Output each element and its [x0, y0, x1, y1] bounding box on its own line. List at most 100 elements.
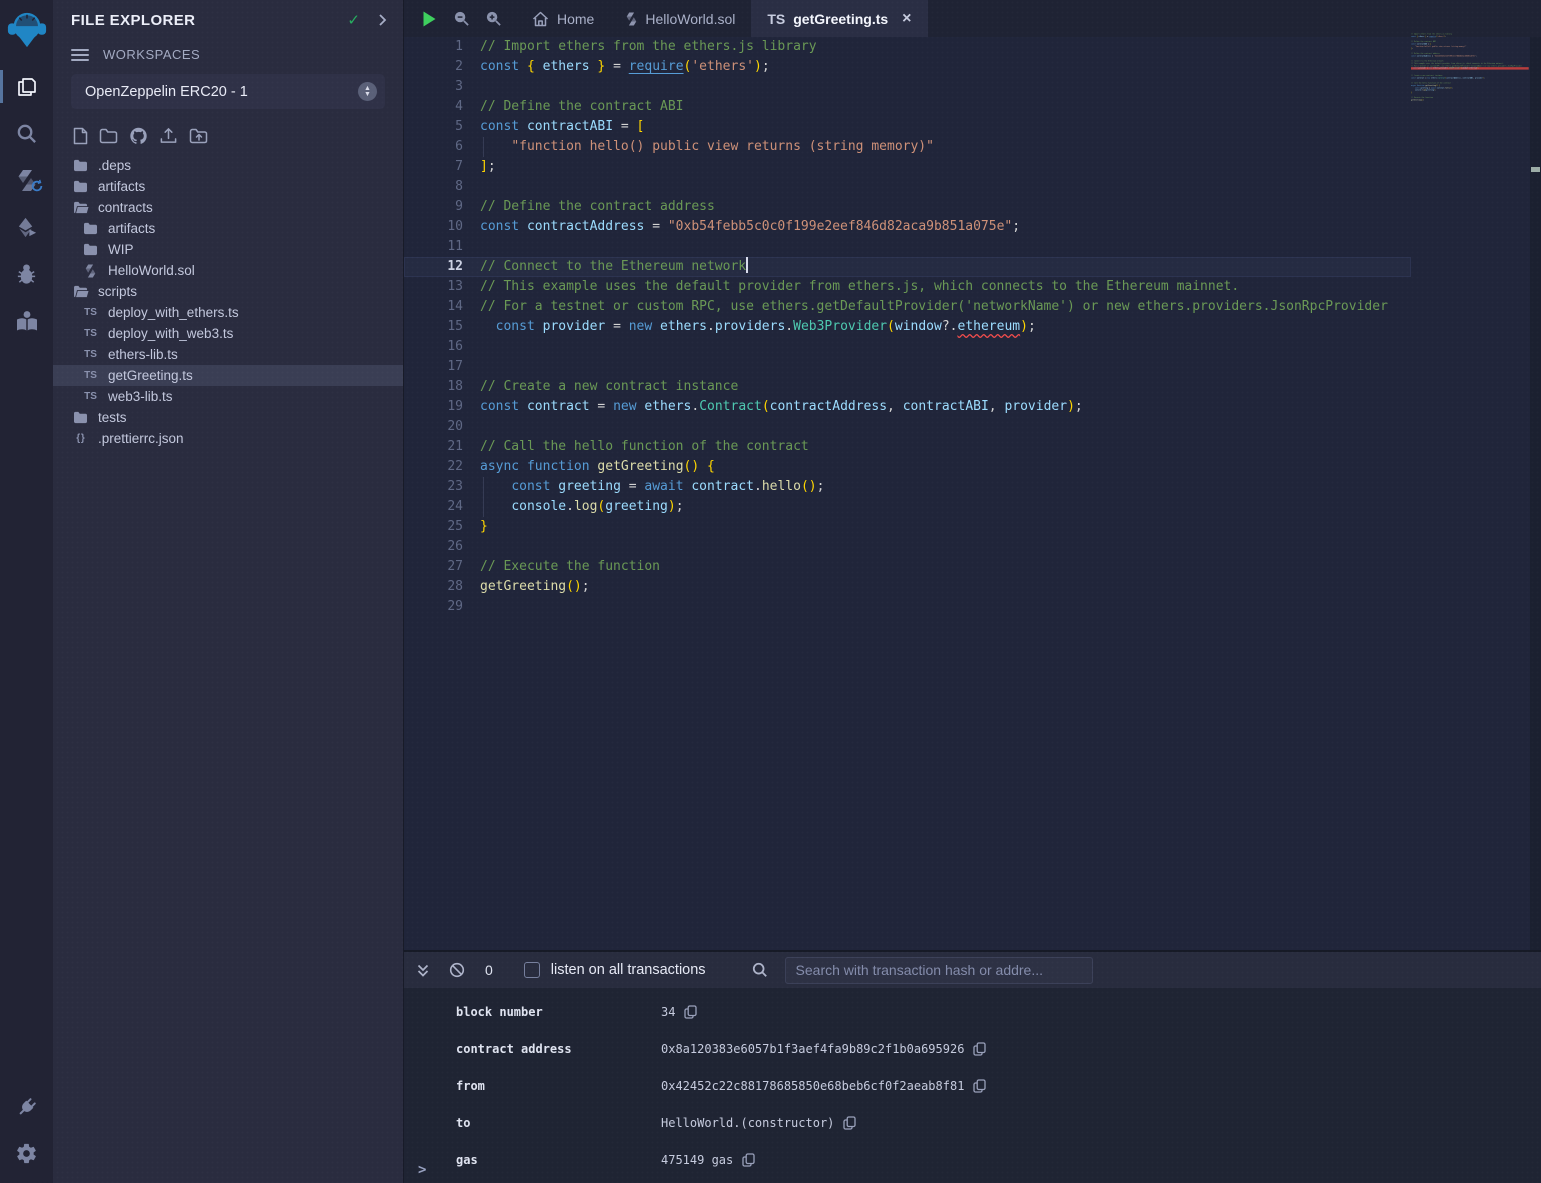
solidity-compiler-icon[interactable] [0, 157, 53, 204]
line-content: // For a testnet or custom RPC, use ethe… [480, 297, 1411, 317]
copy-icon[interactable] [973, 1042, 986, 1056]
tree-item-scripts[interactable]: scripts [53, 281, 403, 302]
copy-icon[interactable] [843, 1116, 856, 1130]
tree-item-wip[interactable]: WIP [53, 239, 403, 260]
code-line-14: 14// For a testnet or custom RPC, use et… [404, 297, 1411, 317]
listen-transactions-checkbox[interactable] [524, 962, 540, 978]
tree-item-deploy-with-ethers-ts[interactable]: TSdeploy_with_ethers.ts [53, 302, 403, 323]
workspace-select[interactable]: OpenZeppelin ERC20 - 1 ▲▼ [71, 74, 385, 109]
upload-folder-icon[interactable] [189, 128, 209, 144]
search-icon[interactable] [0, 110, 53, 157]
line-number: 15 [404, 317, 480, 337]
terminal-prompt[interactable]: > [418, 1162, 426, 1178]
plugin-manager-plug-icon[interactable] [0, 1083, 53, 1130]
run-script-button[interactable] [421, 10, 438, 28]
workspaces-menu-icon[interactable] [71, 49, 89, 61]
listen-transactions-label: listen on all transactions [551, 962, 706, 978]
line-content [480, 537, 1411, 557]
tree-item-deploy-with-web3-ts[interactable]: TSdeploy_with_web3.ts [53, 323, 403, 344]
file-explorer-icon[interactable] [0, 63, 53, 110]
code-editor[interactable]: 1// Import ethers from the ethers.js lib… [404, 37, 1411, 950]
line-content: // Define the contract address [480, 197, 1411, 217]
deploy-run-icon[interactable] [0, 204, 53, 251]
tree-item-label: scripts [98, 284, 137, 299]
book-reader-icon[interactable] [0, 298, 53, 345]
chevron-right-icon[interactable] [378, 13, 387, 27]
code-line-28: 28getGreeting(); [404, 577, 1411, 597]
folder-open-icon [72, 201, 89, 214]
line-number: 4 [404, 97, 480, 117]
line-number: 27 [404, 557, 480, 577]
tab-helloworld-sol[interactable]: HelloWorld.sol [610, 0, 751, 37]
code-line-23: 23 const greeting = await contract.hello… [404, 477, 1411, 497]
accept-check-icon[interactable]: ✓ [347, 11, 360, 29]
code-line-21: 21// Call the hello function of the cont… [404, 437, 1411, 457]
line-content: "function hello() public view returns (s… [480, 137, 1411, 157]
tree-item-label: artifacts [108, 221, 155, 236]
settings-gear-icon[interactable] [0, 1130, 53, 1177]
tab-close-icon[interactable]: × [902, 11, 911, 27]
tree-item-tests[interactable]: tests [53, 407, 403, 428]
remix-logo[interactable] [0, 6, 53, 53]
terminal-row-contract-address: contract address0x8a120383e6057b1f3aef4f… [404, 1030, 1541, 1067]
copy-icon[interactable] [684, 1005, 697, 1019]
tree-item-contracts[interactable]: contracts [53, 197, 403, 218]
line-number: 18 [404, 377, 480, 397]
create-folder-icon[interactable] [99, 128, 118, 144]
tree-item-ethers-lib-ts[interactable]: TSethers-lib.ts [53, 344, 403, 365]
copy-icon[interactable] [742, 1153, 755, 1167]
code-line-1: 1// Import ethers from the ethers.js lib… [404, 37, 1411, 57]
editor-scrollbar[interactable] [1530, 37, 1541, 950]
line-content: // Create a new contract instance [480, 377, 1411, 397]
tree-item-label: artifacts [98, 179, 145, 194]
terminal-row-to: toHelloWorld.(constructor) [404, 1104, 1541, 1141]
tree-item-helloworld-sol[interactable]: HelloWorld.sol [53, 260, 403, 281]
line-content: getGreeting(); [480, 577, 1411, 597]
tree-item-artifacts[interactable]: artifacts [53, 176, 403, 197]
upload-file-icon[interactable] [159, 127, 178, 145]
tree-item-label: WIP [108, 242, 134, 257]
tab-home[interactable]: Home [516, 0, 610, 37]
editor-area: Home HelloWorld.solTSgetGreeting.ts× 1// … [404, 0, 1541, 950]
line-content: const greeting = await contract.hello(); [480, 477, 1411, 497]
clear-console-icon[interactable] [449, 962, 465, 978]
code-line-16: 16 [404, 337, 1411, 357]
line-number: 7 [404, 157, 480, 177]
tree-item-getgreeting-ts[interactable]: TSgetGreeting.ts [53, 365, 403, 386]
terminal-collapse-icon[interactable] [416, 963, 430, 978]
zoom-in-icon[interactable] [485, 10, 502, 27]
tree-item--prettierrc-json[interactable]: { }.prettierrc.json [53, 428, 403, 449]
line-number: 20 [404, 417, 480, 437]
tab-bar: Home HelloWorld.solTSgetGreeting.ts× [404, 0, 1541, 37]
line-number: 29 [404, 597, 480, 617]
tree-item-label: ethers-lib.ts [108, 347, 178, 362]
line-content: console.log(greeting); [480, 497, 1411, 517]
tab-getgreeting-ts[interactable]: TSgetGreeting.ts× [751, 0, 927, 37]
create-file-icon[interactable] [73, 127, 88, 145]
line-content [480, 597, 1411, 617]
zoom-out-icon[interactable] [453, 10, 470, 27]
minimap[interactable]: // Import ethers from the ethers.js libr… [1411, 33, 1530, 123]
tab-label: Home [557, 11, 594, 27]
tree-item-artifacts[interactable]: artifacts [53, 218, 403, 239]
terminal-row-key: contract address [456, 1042, 661, 1056]
code-line-22: 22async function getGreeting() { [404, 457, 1411, 477]
tree-item-label: deploy_with_ethers.ts [108, 305, 239, 320]
copy-icon[interactable] [973, 1079, 986, 1093]
debugger-icon[interactable] [0, 251, 53, 298]
code-line-10: 10const contractAddress = "0xb54febb5c0c… [404, 217, 1411, 237]
tree-item-label: contracts [98, 200, 153, 215]
terminal-search-input[interactable] [785, 957, 1093, 984]
code-line-24: 24 console.log(greeting); [404, 497, 1411, 517]
line-content: // This example uses the default provide… [480, 277, 1411, 297]
compiler-refresh-icon [30, 179, 44, 198]
tree-item-web3-lib-ts[interactable]: TSweb3-lib.ts [53, 386, 403, 407]
terminal-row-key: gas [456, 1153, 661, 1167]
terminal-row-value: 475149 gas [661, 1153, 755, 1167]
tree-item--deps[interactable]: .deps [53, 155, 403, 176]
tree-item-label: web3-lib.ts [108, 389, 173, 404]
line-number: 10 [404, 217, 480, 237]
github-icon[interactable] [129, 127, 148, 145]
code-line-25: 25} [404, 517, 1411, 537]
line-content: // Define the contract ABI [480, 97, 1411, 117]
